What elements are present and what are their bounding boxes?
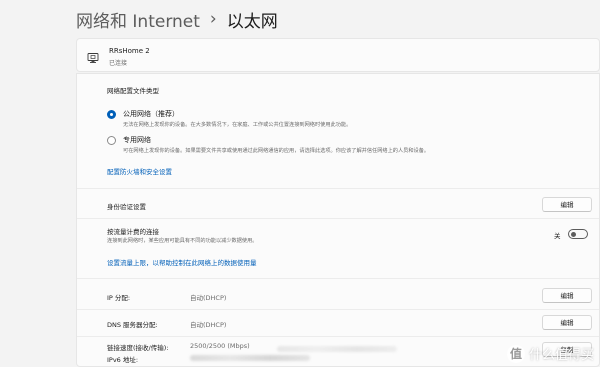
divider	[77, 278, 599, 279]
network-name: RRsHome 2	[109, 47, 150, 55]
divider	[77, 218, 599, 219]
profile-type-title: 网络配置文件类型	[107, 87, 159, 95]
ipv6-address-redacted	[190, 355, 310, 361]
network-settings-card: 网络配置文件类型 公用网络（推荐） 无法在网络上发现你的设备。在大多数情况下，在…	[76, 73, 600, 367]
ip-assignment-value: 自动(DHCP)	[190, 294, 227, 302]
redacted-blur	[277, 346, 397, 352]
ip-edit-button[interactable]: 编辑	[542, 288, 592, 303]
ethernet-computer-icon	[87, 49, 99, 63]
watermark: 值 什么值得买	[506, 344, 594, 363]
dns-assignment-label: DNS 服务器分配:	[107, 321, 158, 329]
private-network-desc: 可在网络上发现你的设备。如果需要文件共享或使用通过此网络通信的应用，请选择此选项…	[123, 148, 430, 154]
radio-unselected-icon[interactable]	[107, 136, 116, 145]
metered-toggle-state: 关	[554, 232, 561, 240]
watermark-logo-icon: 值	[506, 344, 525, 363]
network-header-card: RRsHome 2 已连接	[76, 38, 600, 72]
auth-settings-label: 身份验证设置	[107, 203, 146, 211]
page-title: 以太网	[226, 11, 278, 32]
data-limit-link[interactable]: 设置流量上限，以帮助控制在此网络上的数据使用量	[107, 257, 257, 267]
metered-toggle[interactable]	[568, 229, 588, 239]
radio-public-network[interactable]: 公用网络（推荐） 无法在网络上发现你的设备。在大多数情况下，在家庭、工作或公共位…	[107, 109, 587, 131]
link-speed-value: 2500/2500 (Mbps)	[190, 342, 250, 350]
divider	[77, 336, 599, 337]
breadcrumb-separator: ›	[209, 9, 217, 29]
radio-selected-icon[interactable]	[107, 110, 116, 119]
dns-edit-button[interactable]: 编辑	[542, 315, 592, 330]
divider	[77, 188, 599, 189]
firewall-settings-link[interactable]: 配置防火墙和安全设置	[107, 166, 172, 176]
radio-private-network[interactable]: 专用网络 可在网络上发现你的设备。如果需要文件共享或使用通过此网络通信的应用，请…	[107, 135, 587, 157]
metered-connection-desc: 连接到此网络时，某些应用可能具有不同的功能以减少数据使用。	[107, 238, 258, 244]
auth-edit-button[interactable]: 编辑	[542, 197, 592, 212]
public-network-label: 公用网络（推荐）	[123, 110, 179, 118]
ipv6-address-label: IPv6 地址:	[107, 356, 139, 364]
divider	[77, 309, 599, 310]
breadcrumb-network-internet[interactable]: 网络和 Internet	[76, 7, 200, 32]
toggle-knob	[571, 231, 576, 237]
network-status: 已连接	[109, 60, 128, 67]
breadcrumb: 网络和 Internet › 以太网	[76, 6, 278, 32]
dns-assignment-value: 自动(DHCP)	[190, 321, 227, 329]
watermark-text: 什么值得买	[528, 348, 594, 363]
metered-connection-label: 按流量计费的连接	[107, 228, 159, 236]
ip-assignment-label: IP 分配:	[107, 294, 131, 302]
private-network-label: 专用网络	[123, 136, 151, 144]
public-network-desc: 无法在网络上发现你的设备。在大多数情况下，在家庭、工作或公共位置连接到网络时使用…	[123, 122, 352, 128]
link-speed-label: 链接速度(接收/传输):	[107, 344, 169, 352]
